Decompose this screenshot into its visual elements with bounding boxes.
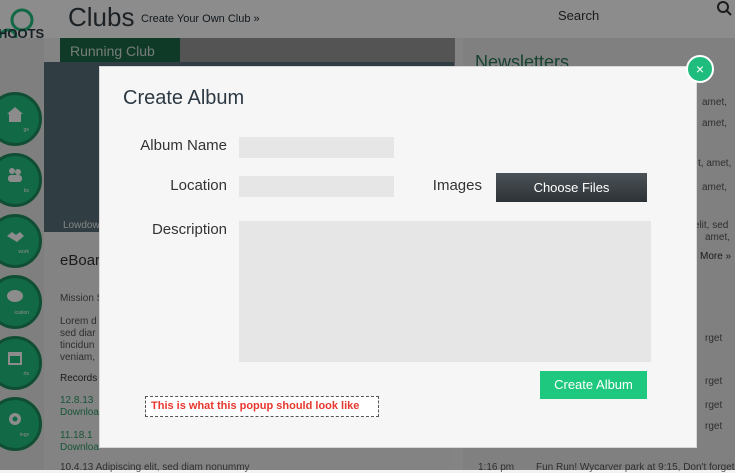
album-name-input[interactable] (239, 137, 394, 158)
choose-files-button[interactable]: Choose Files (496, 173, 647, 202)
album-name-label: Album Name (140, 137, 227, 154)
location-label: Location (170, 177, 227, 194)
create-album-button[interactable]: Create Album (540, 371, 647, 399)
create-album-modal: Create Album Album Name Location Images … (99, 66, 697, 448)
close-icon[interactable]: × (686, 55, 714, 83)
description-label: Description (151, 221, 227, 238)
images-label: Images (432, 177, 482, 194)
description-textarea[interactable] (239, 221, 651, 362)
modal-title: Create Album (123, 87, 245, 109)
location-input[interactable] (239, 176, 394, 197)
annotation-note: This is what this popup should look like (145, 396, 379, 417)
